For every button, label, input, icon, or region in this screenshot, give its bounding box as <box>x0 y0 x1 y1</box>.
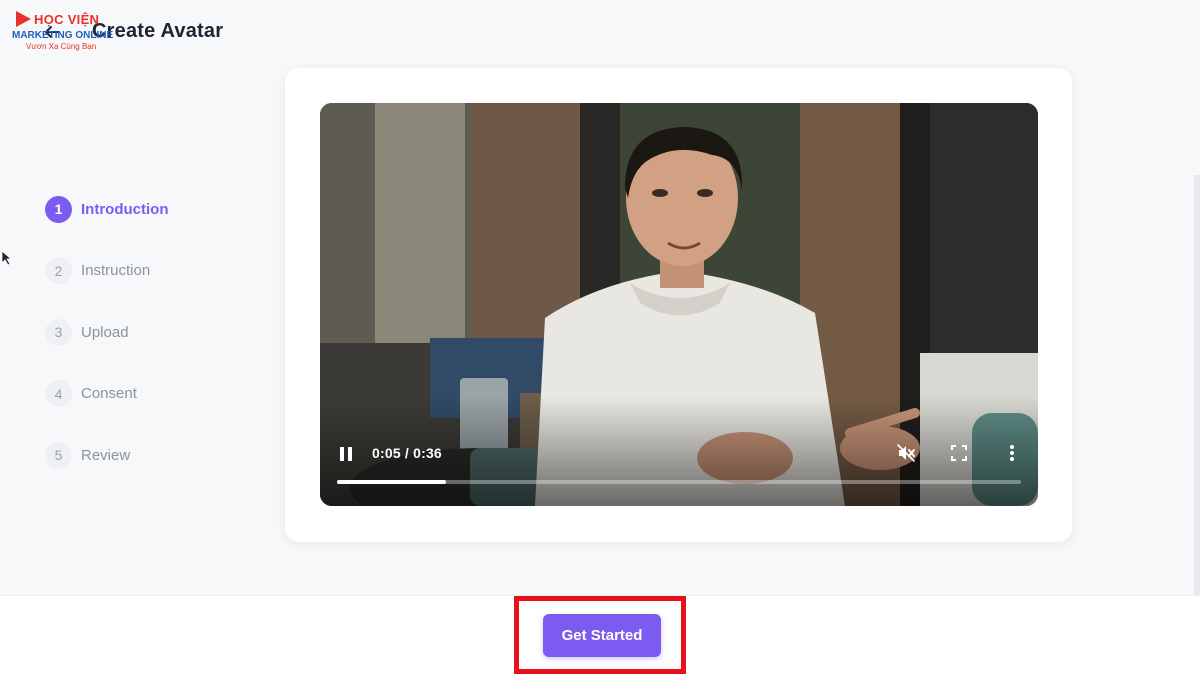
fullscreen-button[interactable] <box>949 443 969 463</box>
page-header: Create Avatar HỌC VIỆN MARKETING ONLINE … <box>0 0 1200 66</box>
step-number: 2 <box>45 257 72 284</box>
video-card: 0:05 / 0:36 <box>285 68 1072 542</box>
step-introduction[interactable]: 1 Introduction <box>45 195 245 223</box>
step-upload[interactable]: 3 Upload <box>45 318 245 346</box>
play-logo-icon <box>16 11 31 27</box>
volume-muted-icon <box>897 444 915 462</box>
step-number: 3 <box>45 318 72 346</box>
video-time: 0:05 / 0:36 <box>372 445 442 461</box>
video-progress-fill <box>337 480 447 484</box>
scrollbar[interactable] <box>1194 175 1200 595</box>
more-vertical-icon <box>1010 445 1014 461</box>
mute-button[interactable] <box>896 443 916 463</box>
intro-video-player[interactable]: 0:05 / 0:36 <box>320 103 1038 506</box>
step-label: Instruction <box>81 262 151 279</box>
video-progress-bar[interactable] <box>337 480 1021 484</box>
page-footer: Get Started <box>0 595 1200 675</box>
pause-icon <box>340 447 352 461</box>
step-label: Upload <box>81 323 129 341</box>
step-instruction[interactable]: 2 Instruction <box>45 257 245 285</box>
watermark-line1: HỌC VIỆN <box>34 12 100 27</box>
pause-button[interactable] <box>338 445 354 463</box>
watermark-line3: Vươn Xa Cùng Bạn <box>26 42 97 51</box>
mouse-cursor-icon <box>1 250 13 266</box>
fullscreen-icon <box>951 445 967 461</box>
create-avatar-page: Create Avatar HỌC VIỆN MARKETING ONLINE … <box>0 0 1200 675</box>
step-label: Introduction <box>81 200 169 218</box>
get-started-button[interactable]: Get Started <box>543 614 661 657</box>
step-consent[interactable]: 4 Consent <box>45 380 245 408</box>
step-label: Review <box>81 446 131 464</box>
step-list: 1 Introduction 2 Instruction 3 Upload 4 … <box>45 195 245 503</box>
step-label: Consent <box>81 385 137 402</box>
more-options-button[interactable] <box>1002 443 1022 463</box>
step-review[interactable]: 5 Review <box>45 441 245 469</box>
step-number: 1 <box>45 195 72 223</box>
step-number: 4 <box>45 380 72 407</box>
watermark-logo: HỌC VIỆN MARKETING ONLINE Vươn Xa Cùng B… <box>10 8 120 56</box>
watermark-line2: MARKETING ONLINE <box>12 30 114 41</box>
step-number: 5 <box>45 441 72 469</box>
